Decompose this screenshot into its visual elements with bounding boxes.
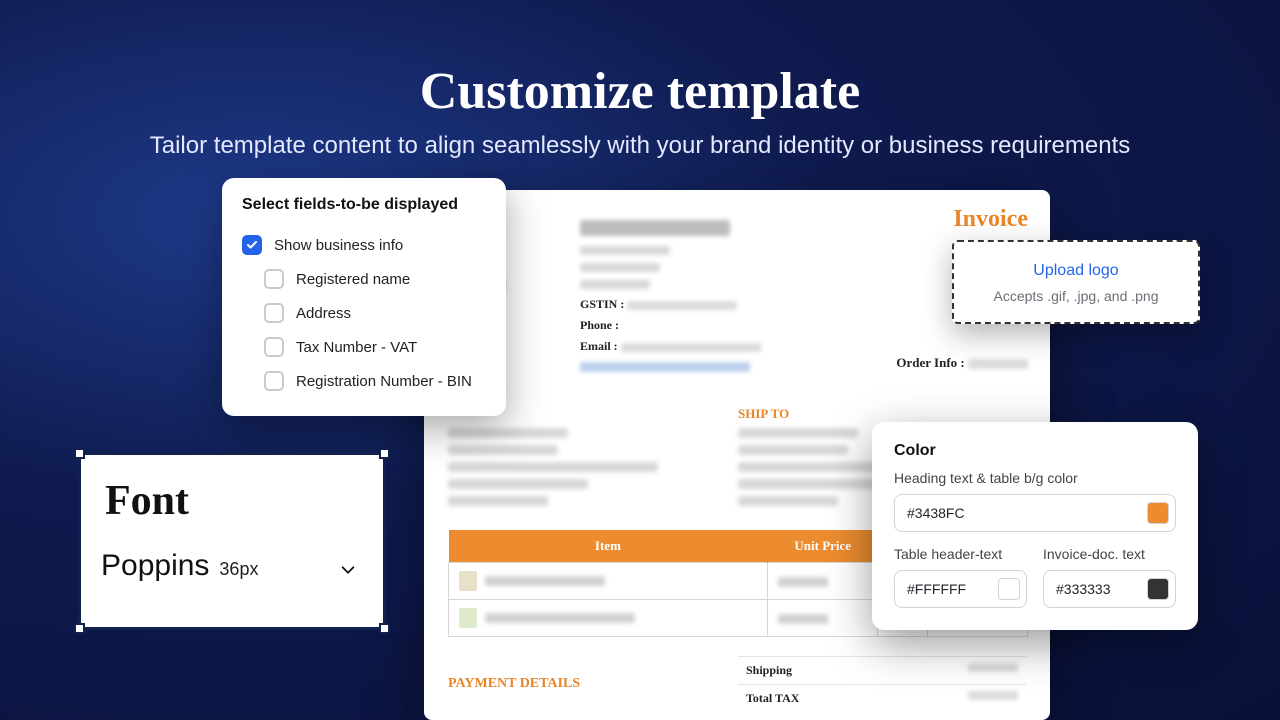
col-item: Item	[449, 530, 768, 563]
color-header-text-input[interactable]: #FFFFFF	[894, 570, 1027, 608]
chevron-down-icon	[339, 561, 357, 584]
color-value: #333333	[1056, 581, 1111, 597]
payment-details-heading: PAYMENT DETAILS	[448, 676, 580, 692]
color-value: #FFFFFF	[907, 581, 966, 597]
font-family-value: Poppins	[101, 549, 209, 583]
page-title: Customize template	[0, 62, 1280, 121]
checkbox-icon[interactable]	[264, 303, 284, 323]
resize-handle[interactable]	[74, 623, 85, 634]
totals-block: Shipping Total TAX	[738, 656, 1026, 712]
checkbox-icon[interactable]	[264, 269, 284, 289]
fields-popover-title: Select fields-to-be displayed	[242, 196, 486, 214]
field-registered-name[interactable]: Registered name	[242, 262, 486, 296]
color-popover-title: Color	[894, 442, 1176, 460]
field-tax-number[interactable]: Tax Number - VAT	[242, 330, 486, 364]
invoice-title: Invoice	[953, 206, 1028, 233]
checkbox-icon[interactable]	[242, 235, 262, 255]
color-primary-input[interactable]: #3438FC	[894, 494, 1176, 532]
field-registration-number[interactable]: Registration Number - BIN	[242, 364, 486, 398]
color-value: #3438FC	[907, 505, 965, 521]
upload-hint: Accepts .gif, .jpg, and .png	[964, 288, 1188, 304]
font-dropdown[interactable]: Poppins 36px	[81, 525, 383, 583]
ship-to-heading: SHIP TO	[738, 406, 789, 422]
field-address[interactable]: Address	[242, 296, 486, 330]
field-label: Registered name	[296, 271, 410, 288]
fields-popover: Select fields-to-be displayed Show busin…	[222, 178, 506, 416]
color-primary-label: Heading text & table b/g color	[894, 470, 1176, 486]
font-size-value: 36px	[219, 559, 258, 580]
font-card[interactable]: Font Poppins 36px	[78, 452, 386, 630]
bill-address	[448, 428, 698, 513]
color-popover: Color Heading text & table b/g color #34…	[872, 422, 1198, 630]
field-show-business-info[interactable]: Show business info	[242, 228, 486, 262]
color-doc-text-input[interactable]: #333333	[1043, 570, 1176, 608]
field-label: Registration Number - BIN	[296, 373, 472, 390]
font-card-heading: Font	[81, 455, 383, 525]
color-swatch[interactable]	[1147, 502, 1169, 524]
page-subtitle: Tailor template content to align seamles…	[0, 132, 1280, 160]
field-label: Address	[296, 305, 351, 322]
resize-handle[interactable]	[379, 623, 390, 634]
field-label: Show business info	[274, 237, 403, 254]
checkbox-icon[interactable]	[264, 371, 284, 391]
upload-logo-link[interactable]: Upload logo	[964, 262, 1188, 280]
checkbox-icon[interactable]	[264, 337, 284, 357]
business-column: GSTIN : Phone : Email :	[580, 220, 780, 372]
color-header-text-label: Table header-text	[894, 546, 1027, 562]
resize-handle[interactable]	[74, 448, 85, 459]
field-label: Tax Number - VAT	[296, 339, 417, 356]
color-swatch[interactable]	[998, 578, 1020, 600]
color-swatch[interactable]	[1147, 578, 1169, 600]
resize-handle[interactable]	[379, 448, 390, 459]
col-unit-price: Unit Price	[768, 530, 878, 563]
color-doc-text-label: Invoice-doc. text	[1043, 546, 1176, 562]
upload-logo-dropzone[interactable]: Upload logo Accepts .gif, .jpg, and .png	[952, 240, 1200, 324]
